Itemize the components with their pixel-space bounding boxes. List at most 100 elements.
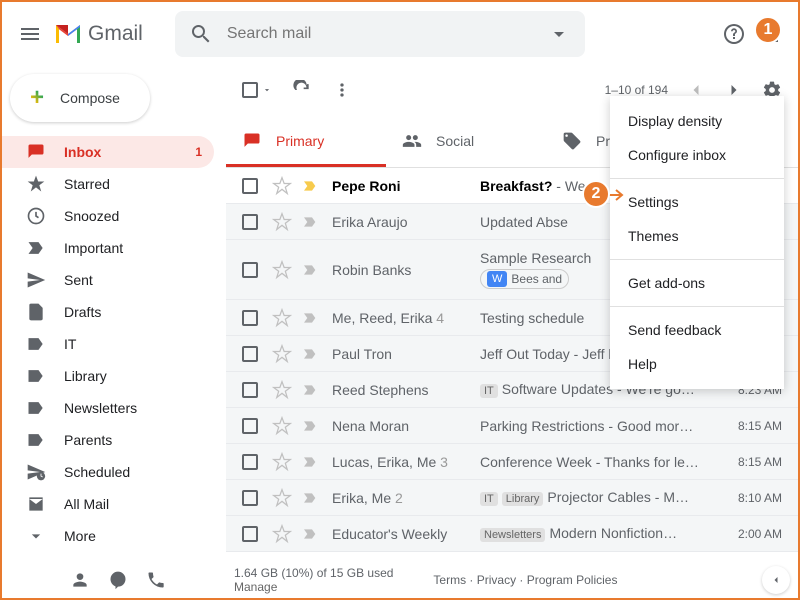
hangouts-icon[interactable] [108,570,128,590]
mail-icon [26,494,46,514]
important-icon[interactable] [302,382,318,398]
select-all[interactable] [242,82,272,98]
sidebar-item-it[interactable]: IT [2,328,214,360]
star-icon[interactable] [272,488,292,508]
checkbox[interactable] [242,382,258,398]
email-row[interactable]: Erika, Me 2ITLibraryProjector Cables - M… [226,480,798,516]
logo-text: Gmail [88,22,143,46]
email-row[interactable]: Nena MoranParking Restrictions - Good mo… [226,408,798,444]
sidebar-item-snoozed[interactable]: Snoozed [2,200,214,232]
label-icon [26,334,46,354]
menu-settings[interactable]: Settings [610,185,784,219]
sidebar-item-scheduled[interactable]: Scheduled [2,456,214,488]
star-icon[interactable] [272,176,292,196]
checkbox[interactable] [242,346,258,362]
compose-label: Compose [60,90,120,106]
menu-get-addons[interactable]: Get add-ons [610,266,784,300]
important-icon[interactable] [302,526,318,542]
refresh-icon[interactable] [292,80,312,100]
label-icon [26,430,46,450]
logo[interactable]: Gmail [54,22,143,46]
important-icon [26,238,46,258]
important-icon[interactable] [302,346,318,362]
person-icon[interactable] [70,570,90,590]
word-icon: W [487,271,507,287]
sidebar-item-inbox[interactable]: Inbox 1 [2,136,214,168]
star-icon[interactable] [272,212,292,232]
page-info: 1–10 of 194 [605,83,668,97]
help-icon[interactable] [722,22,746,46]
divider [610,259,784,260]
sidebar-item-sent[interactable]: Sent [2,264,214,296]
chevron-down-icon [26,526,46,546]
collapse-button[interactable] [762,566,790,594]
people-icon [402,131,422,151]
clock-icon [26,206,46,226]
checkbox[interactable] [242,526,258,542]
tab-social[interactable]: Social [386,114,546,167]
important-icon[interactable] [302,214,318,230]
hamburger-icon[interactable] [18,22,42,46]
important-icon[interactable] [302,262,318,278]
menu-send-feedback[interactable]: Send feedback [610,313,784,347]
star-icon[interactable] [272,308,292,328]
tab-primary[interactable]: Primary [226,114,386,167]
star-icon[interactable] [272,524,292,544]
important-icon[interactable] [302,178,318,194]
checkbox-icon [242,82,258,98]
menu-themes[interactable]: Themes [610,219,784,253]
important-icon[interactable] [302,490,318,506]
checkbox[interactable] [242,418,258,434]
callout-1: 1 [754,16,782,44]
important-icon[interactable] [302,454,318,470]
storage-text: 1.64 GB (10%) of 15 GB used [234,566,393,580]
sidebar-item-drafts[interactable]: Drafts [2,296,214,328]
sidebar-item-starred[interactable]: Starred [2,168,214,200]
sidebar-item-important[interactable]: Important [2,232,214,264]
menu-help[interactable]: Help [610,347,784,381]
star-icon[interactable] [272,380,292,400]
scheduled-icon [26,462,46,482]
more-icon[interactable] [332,80,352,100]
compose-button[interactable]: + Compose [10,74,150,122]
menu-configure-inbox[interactable]: Configure inbox [610,138,784,172]
manage-link[interactable]: Manage [234,580,393,594]
search-options-icon[interactable] [547,22,571,46]
star-icon[interactable] [272,344,292,364]
header: Gmail [2,2,798,66]
important-icon[interactable] [302,310,318,326]
search-icon [189,22,213,46]
checkbox[interactable] [242,454,258,470]
sidebar-item-parents[interactable]: Parents [2,424,214,456]
checkbox[interactable] [242,262,258,278]
email-row[interactable]: Educator's WeeklyNewslettersModern Nonfi… [226,516,798,552]
sidebar-item-newsletters[interactable]: Newsletters [2,392,214,424]
sidebar-item-allmail[interactable]: All Mail [2,488,214,520]
drafts-icon [26,302,46,322]
search-bar[interactable] [175,11,585,57]
checkbox[interactable] [242,214,258,230]
star-icon[interactable] [272,260,292,280]
checkbox[interactable] [242,178,258,194]
sidebar-item-more[interactable]: More [2,520,214,552]
sidebar-item-library[interactable]: Library [2,360,214,392]
menu-display-density[interactable]: Display density [610,104,784,138]
search-input[interactable] [227,25,547,43]
settings-menu: Display density Configure inbox Settings… [610,96,784,389]
star-icon[interactable] [272,452,292,472]
callout-2: 2 [582,180,610,208]
gmail-m-icon [54,23,82,45]
footer: 1.64 GB (10%) of 15 GB used Manage Terms… [2,562,798,598]
phone-icon[interactable] [146,570,166,590]
footer-links[interactable]: Terms · Privacy · Program Policies [433,573,617,587]
important-icon[interactable] [302,418,318,434]
star-icon [26,174,46,194]
divider [610,306,784,307]
email-row[interactable]: Lucas, Erika, Me 3Conference Week - Than… [226,444,798,480]
checkbox[interactable] [242,310,258,326]
checkbox[interactable] [242,490,258,506]
tag-icon [562,131,582,151]
chevron-left-icon [770,574,782,586]
star-icon[interactable] [272,416,292,436]
inbox-icon [26,142,46,162]
